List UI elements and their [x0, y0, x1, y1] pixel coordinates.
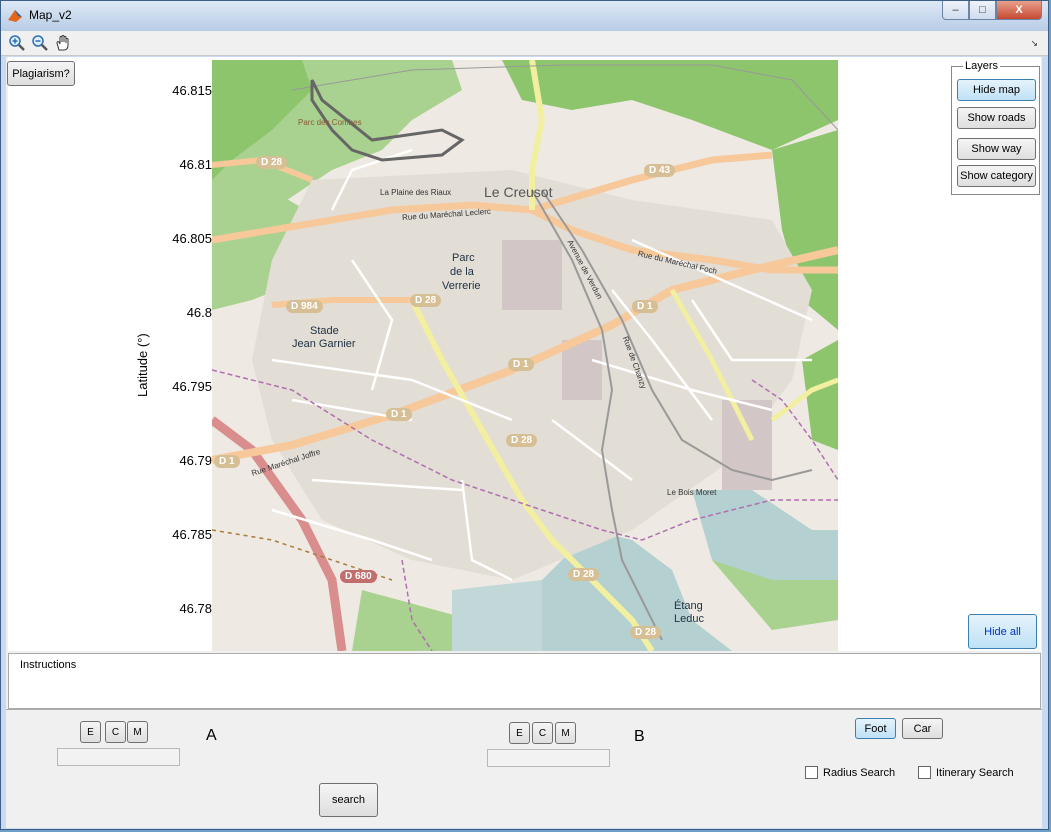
window-title: Map_v2 [29, 8, 72, 22]
app-window: Map_v2 – □ X ↘ 46.815 46.81 46.805 46.8 … [0, 0, 1049, 830]
show-way-button[interactable]: Show way [957, 138, 1036, 160]
map-label-park: Parc [452, 252, 475, 264]
figure-content: 46.815 46.81 46.805 46.8 46.795 46.79 46… [6, 57, 1042, 828]
instructions-panel: Instructions [8, 653, 1041, 709]
zoom-in-icon[interactable] [7, 33, 27, 53]
point-b-e-button[interactable]: E [509, 722, 530, 744]
checkbox-box[interactable] [805, 766, 818, 779]
road-shield: D 984 [286, 300, 323, 313]
hide-all-button[interactable]: Hide all [968, 614, 1037, 649]
layers-panel: Layers Hide map Show roads Show way Show… [951, 60, 1040, 195]
road-shield: D 28 [256, 156, 288, 169]
radius-search-checkbox[interactable]: Radius Search [805, 766, 895, 779]
point-a-m-button[interactable]: M [127, 721, 148, 743]
map-label-place: Parc des Combes [298, 118, 362, 127]
y-axis-label: Latitude (°) [135, 333, 150, 397]
checkbox-box[interactable] [918, 766, 931, 779]
point-b-c-button[interactable]: C [532, 722, 553, 744]
water-body [452, 580, 542, 651]
title-bar[interactable]: Map_v2 – □ X [1, 1, 1048, 31]
show-roads-button[interactable]: Show roads [957, 107, 1036, 129]
toolbar-dock-arrow-icon[interactable]: ↘ [1030, 38, 1038, 49]
road-shield: D 1 [386, 408, 412, 421]
map-label-stadium: Stade [310, 325, 339, 337]
osm-map[interactable]: Le Creusot Parc de la Verrerie Stade Jea… [212, 60, 838, 651]
point-b-input[interactable] [487, 749, 610, 767]
point-a-e-button[interactable]: E [80, 721, 101, 743]
ytick-label: 46.78 [179, 601, 212, 616]
pan-hand-icon[interactable] [53, 33, 73, 53]
close-button[interactable]: X [996, 1, 1042, 20]
map-label-place: Le Bois Moret [667, 488, 717, 497]
ytick-label: 46.785 [172, 527, 212, 542]
ytick-label: 46.795 [172, 379, 212, 394]
figure-area: 46.815 46.81 46.805 46.8 46.795 46.79 46… [7, 57, 1041, 651]
zoom-out-icon[interactable] [30, 33, 50, 53]
road-shield: D 1 [508, 358, 534, 371]
forest-area [502, 60, 838, 150]
itinerary-search-checkbox[interactable]: Itinerary Search [918, 766, 1014, 779]
map-label-town: Le Creusot [484, 184, 553, 200]
map-label-park: de la [450, 266, 474, 278]
road-shield: D 1 [214, 455, 240, 468]
ytick-label: 46.81 [179, 157, 212, 172]
instructions-label: Instructions [20, 659, 77, 671]
point-b-m-button[interactable]: M [555, 722, 576, 744]
point-a-input[interactable] [57, 748, 180, 766]
minimize-button[interactable]: – [942, 1, 969, 20]
ytick-label: 46.79 [179, 453, 212, 468]
itinerary-search-label: Itinerary Search [936, 766, 1014, 779]
road-shield: D 28 [630, 626, 662, 639]
road-shield: D 43 [644, 164, 676, 177]
map-label-park: Verrerie [442, 280, 481, 292]
ytick-label: 46.815 [172, 83, 212, 98]
industrial-area [722, 400, 772, 490]
point-a-label: A [206, 727, 217, 744]
road-shield: D 28 [506, 434, 538, 447]
map-label-stadium: Jean Garnier [292, 338, 356, 350]
layers-title: Layers [963, 60, 1001, 72]
point-a-c-button[interactable]: C [105, 721, 126, 743]
map-label-place: La Plaine des Riaux [380, 188, 452, 197]
map-label-lake: Leduc [674, 613, 704, 625]
show-category-button[interactable]: Show category [957, 165, 1036, 187]
hide-map-button[interactable]: Hide map [957, 79, 1036, 101]
maximize-button[interactable]: □ [969, 1, 996, 20]
foot-button[interactable]: Foot [855, 718, 896, 739]
point-b-label: B [634, 728, 645, 745]
figure-toolbar: ↘ [1, 31, 1048, 56]
search-button[interactable]: search [319, 783, 378, 817]
road-shield: D 1 [632, 300, 658, 313]
ytick-label: 46.8 [186, 305, 212, 320]
industrial-area [502, 240, 562, 310]
water-body [692, 490, 838, 580]
road-shield: D 28 [410, 294, 442, 307]
plagiarism-button[interactable]: Plagiarism? [7, 61, 75, 86]
car-button[interactable]: Car [902, 718, 943, 739]
radius-search-label: Radius Search [823, 766, 896, 779]
road-shield: D 680 [340, 570, 377, 583]
road-shield: D 28 [568, 568, 600, 581]
matlab-icon [8, 10, 22, 22]
ytick-label: 46.805 [172, 231, 212, 246]
search-controls: E C M A E C M B Foot Car Radius Search I… [6, 709, 1042, 828]
map-label-lake: Étang [674, 600, 703, 612]
map-graphics [212, 60, 838, 651]
